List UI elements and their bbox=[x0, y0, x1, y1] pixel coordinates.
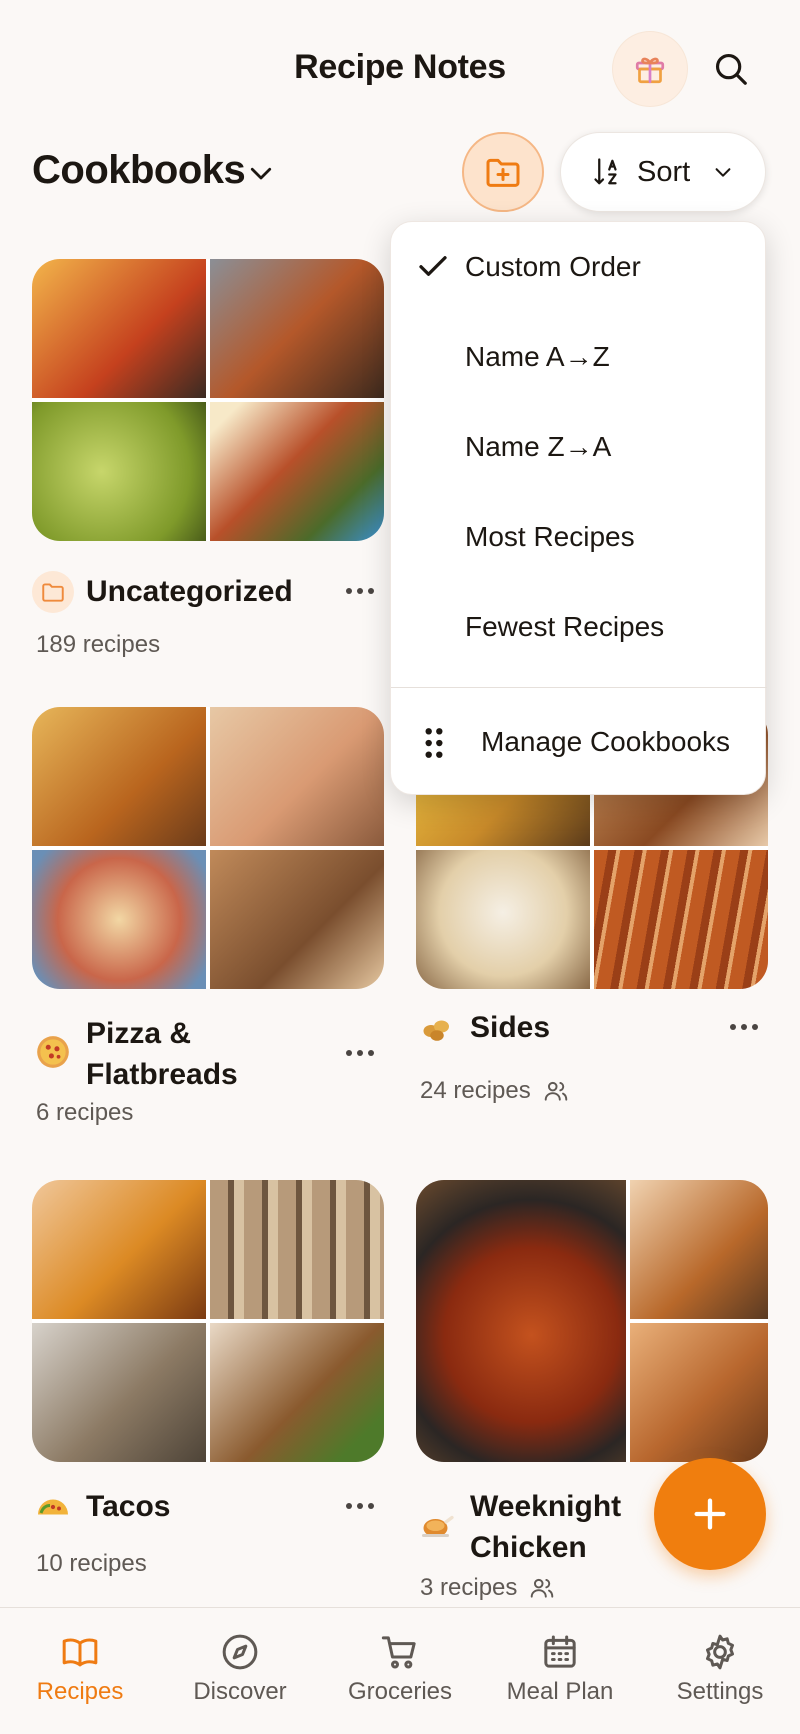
search-icon bbox=[715, 53, 747, 85]
chevron-down-icon[interactable] bbox=[244, 156, 278, 190]
sort-az-icon bbox=[594, 158, 617, 185]
recipe-thumbnail bbox=[32, 1323, 206, 1462]
top-bar: Recipe Notes bbox=[0, 0, 800, 130]
sort-label: Sort bbox=[637, 155, 691, 188]
cookbook-name: Sides bbox=[470, 1011, 551, 1044]
tab-label: Discover bbox=[193, 1678, 287, 1705]
shared-users-icon bbox=[531, 1578, 554, 1598]
recipe-thumbnail bbox=[32, 850, 206, 989]
tab-recipes[interactable]: Recipes bbox=[0, 1608, 160, 1734]
recipe-thumbnail bbox=[210, 259, 384, 398]
cookbook-collage bbox=[32, 1180, 384, 1462]
more-options-icon[interactable] bbox=[720, 1007, 768, 1047]
recipe-thumbnail bbox=[32, 707, 206, 846]
recipe-thumbnail bbox=[210, 707, 384, 846]
calendar-icon bbox=[544, 1635, 576, 1668]
manage-cookbooks-item[interactable]: Manage Cookbooks bbox=[391, 694, 767, 794]
recipe-count: 3 recipes bbox=[420, 1574, 518, 1601]
plus-icon bbox=[694, 1498, 726, 1530]
recipe-thumbnail bbox=[416, 1180, 626, 1462]
cart-icon bbox=[381, 1636, 416, 1669]
pizza-icon bbox=[32, 1031, 74, 1073]
search-button[interactable] bbox=[706, 44, 756, 94]
sort-option-label: Custom Order bbox=[465, 251, 641, 282]
drag-handle-icon bbox=[425, 728, 443, 758]
recipe-count: 24 recipes bbox=[420, 1077, 531, 1104]
cookbook-card-uncategorized[interactable]: Uncategorized 189 recipes bbox=[32, 259, 384, 669]
manage-cookbooks-label: Manage Cookbooks bbox=[481, 726, 731, 757]
tab-label: Groceries bbox=[347, 1678, 453, 1705]
recipe-count: 189 recipes bbox=[36, 631, 161, 658]
recipe-thumbnail bbox=[210, 1180, 384, 1319]
recipe-thumbnail bbox=[32, 1180, 206, 1319]
more-options-icon[interactable] bbox=[336, 1033, 384, 1073]
sort-option-label: Most Recipes bbox=[465, 521, 635, 552]
recipe-thumbnail bbox=[594, 850, 768, 989]
gift-icon bbox=[635, 57, 665, 84]
tab-meal-plan[interactable]: Meal Plan bbox=[480, 1608, 640, 1734]
sort-option-label: Name A→Z bbox=[465, 341, 610, 372]
cookbook-name: Tacos bbox=[86, 1490, 171, 1523]
gift-button[interactable] bbox=[613, 32, 687, 106]
recipe-thumbnail bbox=[416, 850, 590, 989]
cookbook-card-pizza-flatbreads[interactable]: Pizza & Flatbreads 6 recipes bbox=[32, 707, 384, 1137]
sort-option-fewest-recipes[interactable]: Fewest Recipes bbox=[391, 582, 767, 672]
tab-label: Meal Plan bbox=[506, 1678, 614, 1705]
recipe-thumbnail bbox=[32, 402, 206, 541]
recipe-thumbnail bbox=[210, 1323, 384, 1462]
tab-label: Settings bbox=[676, 1678, 764, 1705]
folder-icon bbox=[32, 571, 74, 613]
checkmark-icon bbox=[419, 256, 447, 276]
tab-groceries[interactable]: Groceries bbox=[320, 1608, 480, 1734]
sort-option-name-a-z[interactable]: Name A→Z bbox=[391, 312, 767, 402]
recipe-thumbnail bbox=[210, 850, 384, 989]
recipe-count: 10 recipes bbox=[36, 1550, 147, 1577]
chevron-down-icon bbox=[715, 168, 731, 177]
add-recipe-button[interactable] bbox=[654, 1458, 766, 1570]
sort-button[interactable]: Sort bbox=[560, 132, 766, 212]
sort-option-label: Fewest Recipes bbox=[465, 611, 665, 642]
recipe-count-row: 3 recipes bbox=[420, 1574, 555, 1602]
chicken-icon bbox=[416, 1504, 458, 1546]
cookbook-collage bbox=[32, 259, 384, 541]
recipe-thumbnail bbox=[630, 1323, 768, 1462]
tab-discover[interactable]: Discover bbox=[160, 1608, 320, 1734]
sort-option-custom-order[interactable]: Custom Order bbox=[391, 222, 767, 312]
cookbook-collage bbox=[416, 1180, 768, 1462]
sort-option-most-recipes[interactable]: Most Recipes bbox=[391, 492, 767, 582]
cookbooks-header-row: Cookbooks Sort bbox=[0, 132, 800, 212]
recipe-thumbnail bbox=[630, 1180, 768, 1319]
folder-plus-icon bbox=[486, 158, 520, 187]
menu-divider bbox=[391, 687, 767, 688]
cookbook-collage bbox=[32, 707, 384, 989]
recipe-thumbnail bbox=[32, 259, 206, 398]
gear-icon bbox=[706, 1634, 734, 1670]
recipe-thumbnail bbox=[210, 402, 384, 541]
book-icon bbox=[62, 1638, 98, 1667]
cookbook-name: Pizza & Flatbreads bbox=[86, 1017, 238, 1091]
bottom-tab-bar: Recipes Discover Groceries Meal Plan Set… bbox=[0, 1607, 800, 1734]
more-options-icon[interactable] bbox=[336, 1486, 384, 1526]
cookbook-card-tacos[interactable]: Tacos 10 recipes bbox=[32, 1180, 384, 1590]
recipe-count: 6 recipes bbox=[36, 1099, 134, 1126]
shared-users-icon bbox=[544, 1081, 568, 1101]
taco-icon bbox=[32, 1486, 74, 1528]
recipe-count-row: 189 recipes bbox=[36, 631, 160, 659]
nuts-icon bbox=[416, 1007, 458, 1049]
recipe-count-row: 24 recipes bbox=[420, 1077, 569, 1105]
tab-label: Recipes bbox=[36, 1678, 124, 1705]
recipe-count-row: 6 recipes bbox=[36, 1099, 133, 1127]
compass-icon bbox=[222, 1634, 258, 1670]
cookbooks-title[interactable]: Cookbooks bbox=[32, 148, 246, 193]
recipe-count-row: 10 recipes bbox=[36, 1550, 147, 1578]
cookbook-name: Uncategorized bbox=[86, 575, 293, 608]
sort-option-label: Name Z→A bbox=[465, 431, 612, 462]
new-cookbook-button[interactable] bbox=[462, 132, 544, 212]
sort-option-name-z-a[interactable]: Name Z→A bbox=[391, 402, 767, 492]
more-options-icon[interactable] bbox=[336, 571, 384, 611]
sort-menu: Custom Order Name A→Z Name Z→A Most Reci… bbox=[390, 221, 767, 795]
tab-settings[interactable]: Settings bbox=[640, 1608, 800, 1734]
